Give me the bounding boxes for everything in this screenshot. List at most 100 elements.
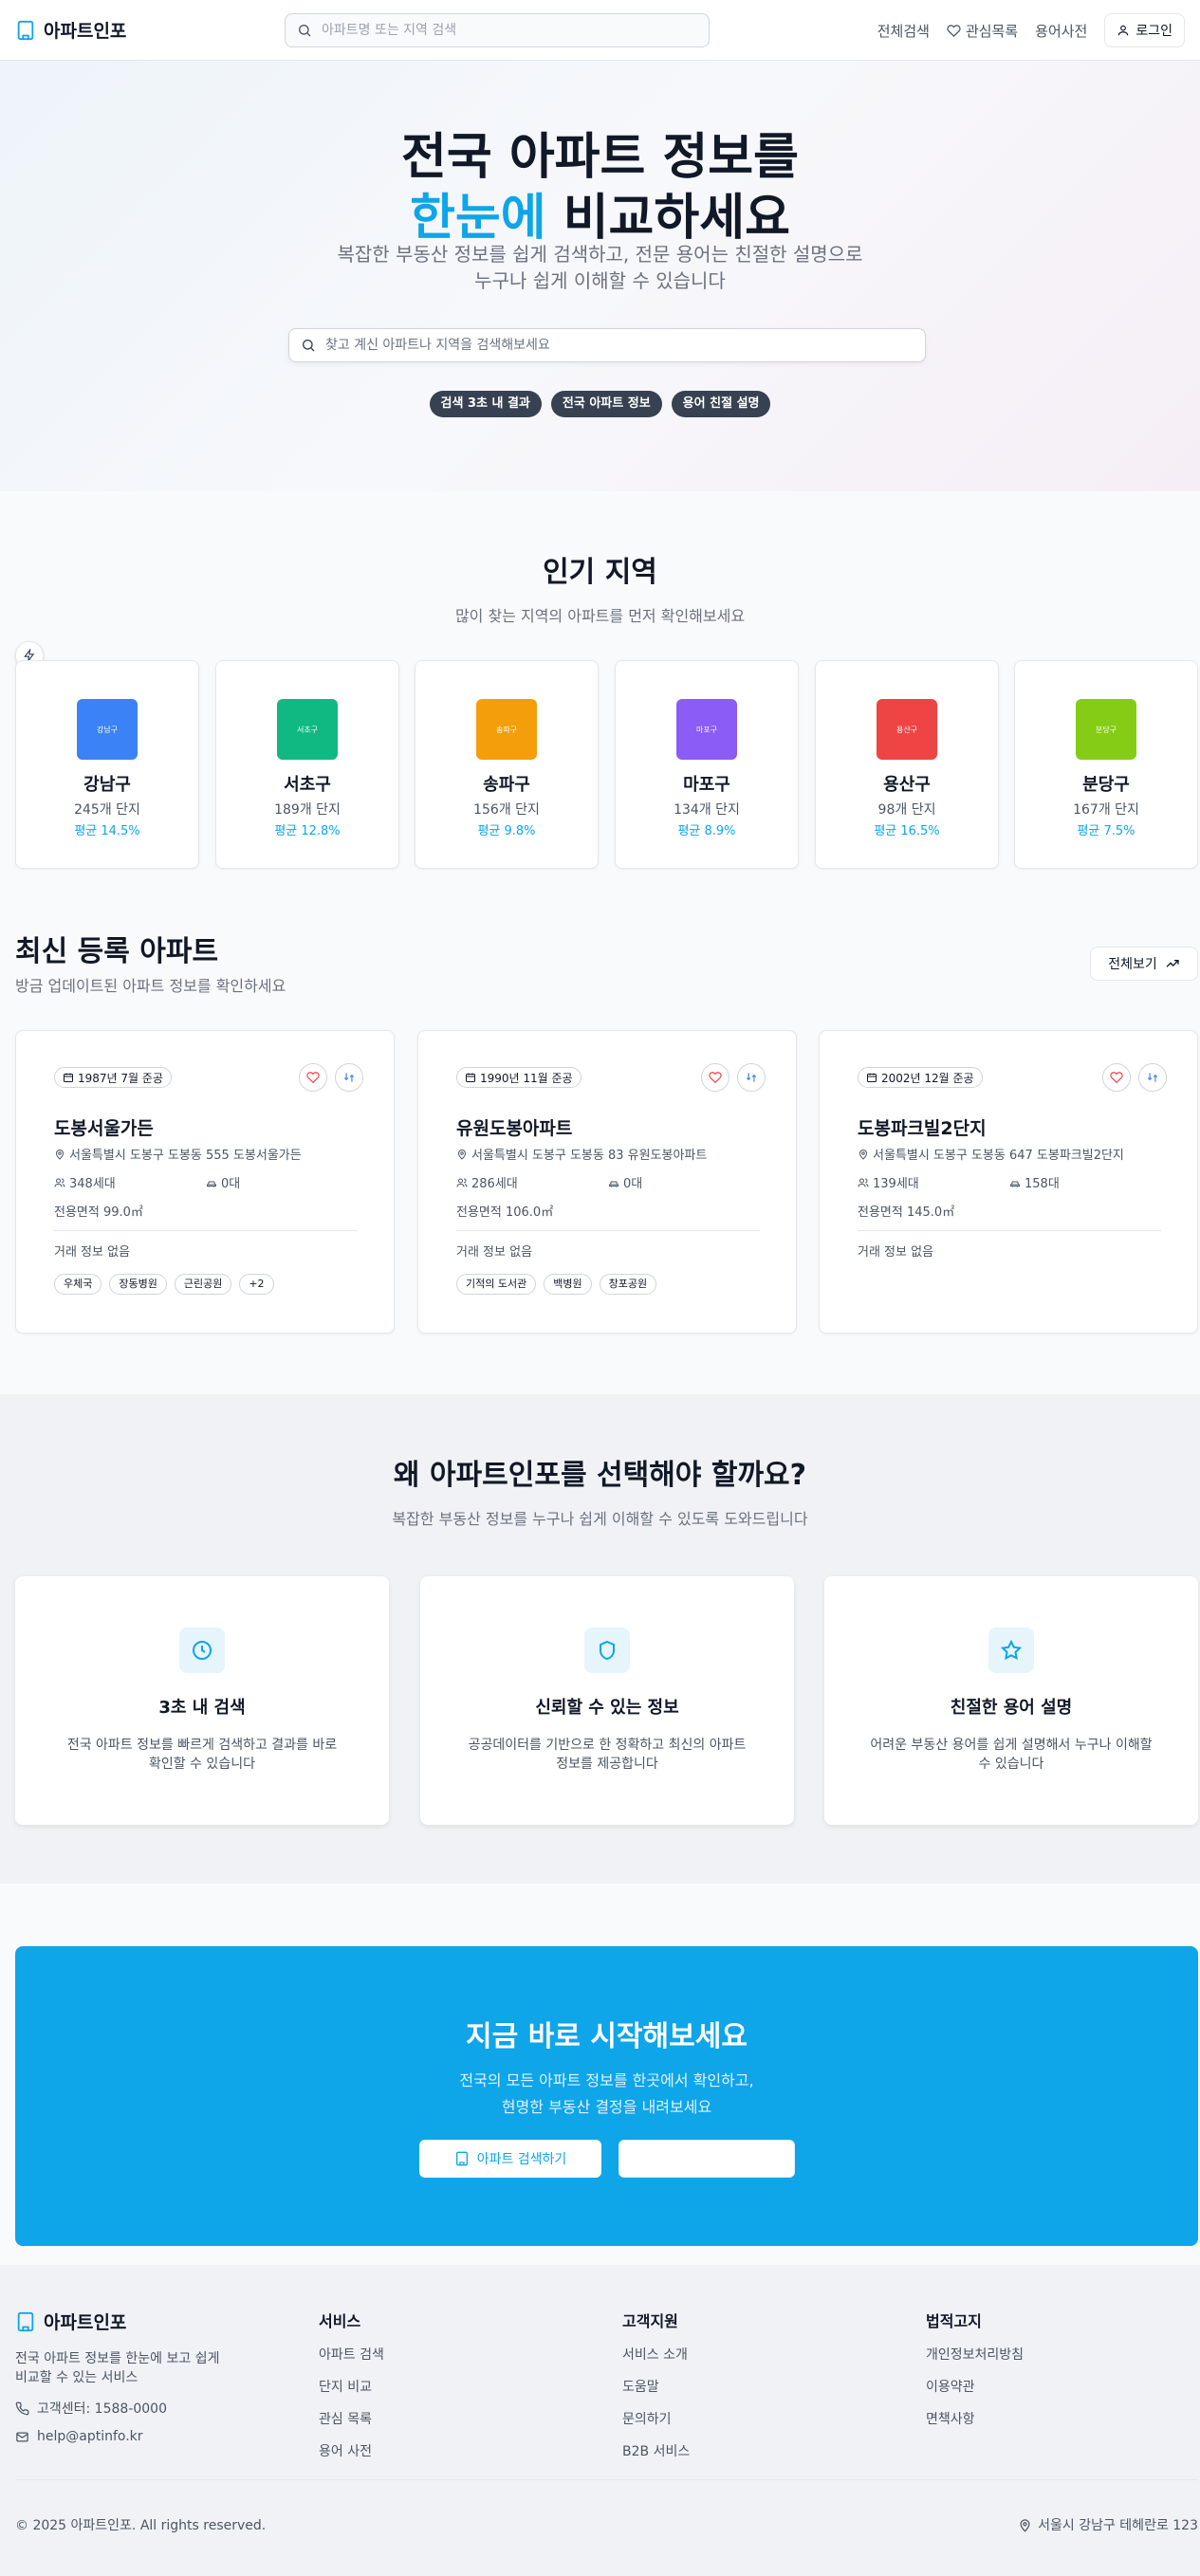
latest-subtitle: 방금 업데이트된 아파트 정보를 확인하세요 bbox=[15, 977, 286, 995]
households-text: 286세대 bbox=[471, 1177, 518, 1191]
build-date: 1990년 11월 준공 bbox=[480, 1071, 573, 1085]
exclusive-area: 전용면적 99.0㎡ bbox=[54, 1205, 143, 1220]
region-name: 송파구 bbox=[483, 775, 530, 795]
hero-subtitle-line1: 복잡한 부동산 정보를 쉽게 검색하고, 전문 용어는 친절한 설명으로 bbox=[337, 243, 863, 266]
footer-link[interactable]: 서비스 소개 bbox=[622, 2345, 690, 2364]
region-count: 134개 단지 bbox=[674, 802, 740, 818]
region-thumbnail: 분당구 bbox=[1076, 699, 1136, 760]
why-title: 왜 아파트인포를 선택해야 할까요? bbox=[393, 1459, 807, 1492]
region-card[interactable]: 송파구 송파구 156개 단지 평균 9.8% bbox=[415, 660, 599, 869]
footer-link[interactable]: 용어 사전 bbox=[319, 2441, 384, 2460]
apartment-card[interactable]: 1987년 7월 준공 도봉서울가든 서울특별시 도봉구 도봉동 555 도봉서울가… bbox=[15, 1030, 395, 1334]
copyright: © 2025 아파트인포. All rights reserved. bbox=[15, 2518, 267, 2533]
region-card[interactable]: 마포구 마포구 134개 단지 평균 8.9% bbox=[615, 660, 799, 869]
favorite-button[interactable] bbox=[1102, 1063, 1131, 1092]
region-thumbnail: 용산구 bbox=[877, 699, 937, 760]
cta-text: 전국의 모든 아파트 정보를 한곳에서 확인하고, 현명한 부동산 결정을 내려… bbox=[15, 2068, 1198, 2121]
popular-regions-section: 인기 지역 많이 찾는 지역의 아파트를 먼저 확인해보세요 강남구 강남구 245… bbox=[0, 491, 1200, 869]
card-actions bbox=[1102, 1063, 1167, 1092]
households: 286세대 bbox=[456, 1173, 518, 1191]
footer-link[interactable]: 문의하기 bbox=[622, 2409, 690, 2428]
footer-email[interactable]: help@aptinfo.kr bbox=[15, 2429, 224, 2444]
address-text: 서울시 강남구 테헤란로 123 bbox=[1038, 2518, 1198, 2533]
footer-phone: 고객센터: 1588-0000 bbox=[15, 2399, 224, 2418]
footer-address: 서울시 강남구 테헤란로 123 bbox=[1018, 2515, 1198, 2534]
compare-button[interactable] bbox=[335, 1063, 363, 1092]
region-count: 189개 단지 bbox=[274, 802, 341, 818]
footer-brand: 아파트인포 전국 아파트 정보를 한눈에 보고 쉽게 비교할 수 있는 서비스 … bbox=[15, 2309, 224, 2444]
footer-divider bbox=[15, 2479, 1198, 2480]
nav-favorites[interactable]: 관심목록 bbox=[947, 21, 1018, 41]
see-all-button[interactable]: 전체보기 bbox=[1090, 947, 1198, 981]
favorite-button[interactable] bbox=[701, 1063, 729, 1092]
header-search-input[interactable] bbox=[322, 23, 682, 38]
header-search[interactable] bbox=[285, 13, 710, 47]
facility-tags: 우체국 장동병원 근린공원 +2 bbox=[54, 1274, 274, 1295]
secondary-cta-button[interactable] bbox=[618, 2140, 795, 2178]
region-card[interactable]: 용산구 용산구 98개 단지 평균 16.5% bbox=[815, 660, 999, 869]
hero-title-accent: 한눈에 bbox=[410, 190, 546, 247]
footer-link[interactable]: 도움말 bbox=[622, 2377, 690, 2396]
star-icon bbox=[988, 1628, 1034, 1673]
regions-title: 인기 지역 bbox=[543, 556, 657, 589]
facility-tags: 기적의 도서관 백병원 창포공원 bbox=[456, 1274, 657, 1295]
households: 139세대 bbox=[858, 1173, 919, 1191]
footer-link[interactable]: 단지 비교 bbox=[319, 2377, 384, 2396]
region-card[interactable]: 강남구 강남구 245개 단지 평균 14.5% bbox=[15, 660, 199, 869]
apartment-name[interactable]: 도봉서울가든 bbox=[54, 1114, 154, 1140]
parking: 158대 bbox=[1009, 1173, 1060, 1191]
apartment-name[interactable]: 도봉파크빌2단지 bbox=[858, 1114, 987, 1140]
search-icon bbox=[297, 23, 312, 38]
hero-search[interactable] bbox=[288, 328, 926, 362]
car-icon bbox=[1009, 1177, 1021, 1188]
region-rate: 평균 7.5% bbox=[1077, 824, 1135, 838]
nav-glossary[interactable]: 용어사전 bbox=[1035, 21, 1087, 41]
region-rate: 평균 14.5% bbox=[74, 824, 140, 838]
parking-text: 0대 bbox=[221, 1177, 241, 1191]
cta-section: 지금 바로 시작해보세요 전국의 모든 아파트 정보를 한곳에서 확인하고, 현… bbox=[0, 1884, 1200, 2265]
build-date-badge: 2002년 12월 준공 bbox=[858, 1067, 983, 1088]
cta-text-line2: 현명한 부동산 결정을 내려보세요 bbox=[501, 2098, 712, 2116]
region-thumbnail: 마포구 bbox=[676, 699, 737, 760]
card-actions bbox=[701, 1063, 766, 1092]
favorite-button[interactable] bbox=[299, 1063, 327, 1092]
card-divider bbox=[456, 1230, 760, 1231]
region-card[interactable]: 분당구 분당구 167개 단지 평균 7.5% bbox=[1014, 660, 1198, 869]
footer-link[interactable]: 이용약관 bbox=[926, 2377, 1024, 2396]
address-text: 서울특별시 도봉구 도봉동 83 유원도봉아파트 bbox=[471, 1149, 708, 1163]
regions-subtitle: 많이 찾는 지역의 아파트를 먼저 확인해보세요 bbox=[454, 607, 746, 625]
footer-link[interactable]: 개인정보처리방침 bbox=[926, 2345, 1024, 2364]
email-text: help@aptinfo.kr bbox=[37, 2429, 143, 2444]
hero-search-input[interactable] bbox=[325, 338, 895, 353]
footer-link[interactable]: 관심 목록 bbox=[319, 2409, 384, 2428]
hero-subtitle: 복잡한 부동산 정보를 쉽게 검색하고, 전문 용어는 친절한 설명으로 누구나… bbox=[0, 241, 1200, 294]
footer-logo[interactable]: 아파트인포 bbox=[15, 2309, 224, 2334]
feature-desc: 전국 아파트 정보를 빠르게 검색하고 결과를 바로 확인할 수 있습니다 bbox=[66, 1738, 338, 1772]
car-icon bbox=[608, 1177, 619, 1188]
compare-button[interactable] bbox=[1138, 1063, 1167, 1092]
apartment-card[interactable]: 2002년 12월 준공 도봉파크빌2단지 서울특별시 도봉구 도봉동 647 도봉… bbox=[819, 1030, 1198, 1334]
hero-badge: 전국 아파트 정보 bbox=[550, 391, 662, 417]
footer-link[interactable]: 아파트 검색 bbox=[319, 2345, 384, 2364]
search-apartments-button[interactable]: 아파트 검색하기 bbox=[419, 2140, 601, 2178]
build-date: 1987년 7월 준공 bbox=[78, 1071, 163, 1085]
login-button[interactable]: 로그인 bbox=[1104, 13, 1185, 47]
nav-search[interactable]: 전체검색 bbox=[877, 21, 930, 41]
site-footer: 아파트인포 전국 아파트 정보를 한눈에 보고 쉽게 비교할 수 있는 서비스 … bbox=[0, 2265, 1200, 2576]
feature-title: 친절한 용어 설명 bbox=[950, 1698, 1073, 1718]
footer-description: 전국 아파트 정보를 한눈에 보고 쉽게 비교할 수 있는 서비스 bbox=[15, 2351, 220, 2385]
apartment-name[interactable]: 유원도봉아파트 bbox=[456, 1114, 572, 1140]
compare-arrows-icon bbox=[1146, 1071, 1159, 1084]
footer-link[interactable]: B2B 서비스 bbox=[622, 2441, 690, 2460]
apartment-address: 서울특별시 도봉구 도봉동 83 유원도봉아파트 bbox=[456, 1145, 779, 1163]
building-icon bbox=[454, 2151, 470, 2166]
heart-icon bbox=[947, 24, 961, 38]
footer-link[interactable]: 면책사항 bbox=[926, 2409, 1024, 2428]
nav-favorites-label: 관심목록 bbox=[965, 22, 1019, 40]
logo[interactable]: 아파트인포 bbox=[15, 17, 126, 43]
apartment-card[interactable]: 1990년 11월 준공유원도봉아파트서울특별시 도봉구 도봉동 83 유원도봉… bbox=[417, 1030, 797, 1334]
compare-button[interactable] bbox=[737, 1063, 766, 1092]
parking: 0대 bbox=[206, 1173, 240, 1191]
cta-text-line1: 전국의 모든 아파트 정보를 한곳에서 확인하고, bbox=[459, 2071, 754, 2089]
region-card[interactable]: 서초구 서초구 189개 단지 평균 12.8% bbox=[215, 660, 399, 869]
